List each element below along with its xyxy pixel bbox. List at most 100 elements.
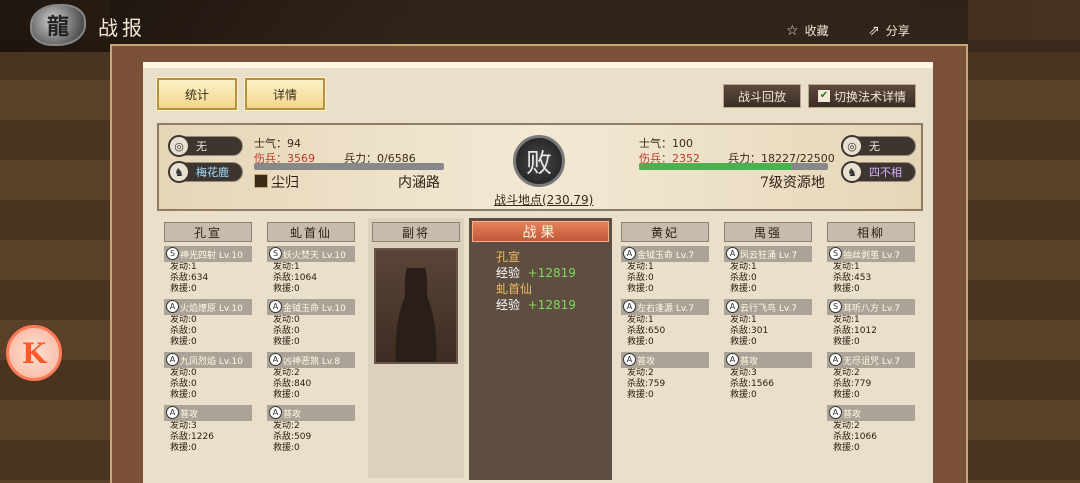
- left-badge2-label: 梅花鹿: [196, 166, 229, 179]
- battle-location-link[interactable]: 战斗地点(230,79): [494, 191, 593, 208]
- skill-row[interactable]: S 妖火焚天 Lv.10: [267, 246, 355, 262]
- skill-row[interactable]: A 风云狂涌 Lv.7: [724, 246, 812, 262]
- skill-row[interactable]: A 普攻: [267, 405, 355, 421]
- skill-row[interactable]: A 普攻: [621, 352, 709, 368]
- skill-a-icon: A: [726, 300, 739, 313]
- skill-stat: 救援:0: [627, 390, 654, 400]
- left-player-name: 尘归: [271, 175, 299, 191]
- skill-row[interactable]: A 普攻: [724, 352, 812, 368]
- skill-stat: 救援:0: [170, 443, 197, 453]
- left-badge-mount[interactable]: ♞ 梅花鹿: [168, 161, 243, 183]
- skill-stat: 发动:1: [627, 315, 654, 325]
- skill-row[interactable]: A 金钺玉命 Lv.7: [621, 246, 709, 262]
- general-column: 孔宣 S 神光四射 Lv.10 发动:1 杀敌:634 救援:0 A 火焰燎原 Lv.10 发动…: [160, 218, 256, 478]
- skill-stat: 发动:0: [170, 368, 197, 378]
- skill-row[interactable]: A 左右逢源 Lv.7: [621, 299, 709, 315]
- skill-stat: 救援:0: [170, 390, 197, 400]
- skill-stat: 发动:1: [273, 262, 300, 272]
- skill-a-icon: A: [623, 353, 636, 366]
- skill-a-icon: A: [166, 300, 179, 313]
- skill-stat: 杀敌:650: [627, 326, 666, 336]
- checkbox-icon: ✔: [817, 90, 830, 102]
- skill-stat: 救援:0: [730, 337, 757, 347]
- deputy-portrait-placeholder[interactable]: [374, 248, 458, 364]
- swirl-icon: ◎: [841, 135, 863, 157]
- skill-stat: 杀敌:1012: [833, 326, 877, 336]
- left-badge1-label: 无: [196, 140, 207, 153]
- general-name: 虬首仙: [267, 222, 355, 242]
- tab-details[interactable]: 详情: [244, 77, 326, 111]
- skill-stat: 杀敌:1566: [730, 379, 774, 389]
- right-troop-fill: [639, 163, 793, 170]
- share-button[interactable]: ⇗ 分享: [868, 22, 910, 39]
- skill-stat: 救援:0: [833, 337, 860, 347]
- skill-label: 云行飞鸟 Lv.7: [740, 303, 798, 314]
- share-icon: ⇗: [868, 22, 880, 39]
- skill-stat: 杀敌:1066: [833, 432, 877, 442]
- skill-row[interactable]: A 金钺玉命 Lv.10: [267, 299, 355, 315]
- right-badge-mount[interactable]: ♞ 四不相: [841, 161, 916, 183]
- result-exp: 经验 +12819: [496, 266, 576, 280]
- skill-label: 无尽诅咒 Lv.7: [843, 356, 901, 367]
- replay-label: 战斗回放: [737, 89, 786, 104]
- skill-row[interactable]: A 云行飞鸟 Lv.7: [724, 299, 812, 315]
- skill-label: 妖火焚天 Lv.10: [283, 250, 346, 261]
- skill-label: 普攻: [843, 409, 862, 420]
- tab-stats[interactable]: 统计: [156, 77, 238, 111]
- skill-row[interactable]: S 耳听八方 Lv.7: [827, 299, 915, 315]
- left-badge-none[interactable]: ◎ 无: [168, 135, 243, 157]
- right-location: 7级资源地: [760, 175, 825, 191]
- right-badge2-label: 四不相: [869, 166, 902, 179]
- skill-a-icon: A: [623, 247, 636, 260]
- skill-a-icon: A: [726, 353, 739, 366]
- skill-label: 凶神恶煞 Lv.8: [283, 356, 341, 367]
- page-title: 战报: [98, 16, 146, 40]
- skill-label: 普攻: [180, 409, 199, 420]
- skill-a-icon: A: [829, 406, 842, 419]
- replay-button[interactable]: 战斗回放: [723, 84, 801, 108]
- deputy-header: 副将: [372, 222, 460, 242]
- toggle-skill-details-button[interactable]: ✔ 切换法术详情: [808, 84, 916, 108]
- defeat-badge: 败: [513, 135, 565, 187]
- skill-row[interactable]: A 火焰燎原 Lv.10: [164, 299, 252, 315]
- skill-stat: 发动:1: [833, 315, 860, 325]
- skill-stat: 救援:0: [833, 443, 860, 453]
- share-label: 分享: [885, 24, 910, 38]
- skill-row[interactable]: A 九凤烈焰 Lv.10: [164, 352, 252, 368]
- skill-stat: 杀敌:0: [170, 379, 197, 389]
- skill-row[interactable]: A 普攻: [164, 405, 252, 421]
- general-name: 相柳: [827, 222, 915, 242]
- skill-a-icon: A: [623, 300, 636, 313]
- right-badge-none[interactable]: ◎ 无: [841, 135, 916, 157]
- skill-label: 火焰燎原 Lv.10: [180, 303, 243, 314]
- general-name: 孔宣: [164, 222, 252, 242]
- right-troop-bar: [639, 163, 828, 170]
- horse-icon: ♞: [168, 161, 190, 183]
- silhouette-icon: [390, 268, 442, 362]
- player-avatar-icon: [254, 174, 268, 188]
- left-morale: 士气：94: [254, 137, 301, 150]
- skill-stat: 发动:0: [273, 315, 300, 325]
- skill-label: 风云狂涌 Lv.7: [740, 250, 798, 261]
- skill-label: 抽丝剥茧 Lv.7: [843, 250, 901, 261]
- skill-a-icon: A: [166, 353, 179, 366]
- skill-label: 普攻: [283, 409, 302, 420]
- skill-stat: 救援:0: [273, 284, 300, 294]
- skill-stat: 杀敌:0: [273, 326, 300, 336]
- background-wall-left: [0, 0, 110, 483]
- skill-stat: 发动:2: [833, 368, 860, 378]
- skill-row[interactable]: A 普攻: [827, 405, 915, 421]
- skill-row[interactable]: S 抽丝剥茧 Lv.7: [827, 246, 915, 262]
- floating-k-button[interactable]: K: [6, 325, 62, 381]
- skill-label: 左右逢源 Lv.7: [637, 303, 695, 314]
- skill-row[interactable]: A 无尽诅咒 Lv.7: [827, 352, 915, 368]
- skill-stat: 发动:3: [170, 421, 197, 431]
- general-name: 禺强: [724, 222, 812, 242]
- skill-label: 普攻: [637, 356, 656, 367]
- favorite-button[interactable]: ☆ 收藏: [786, 22, 829, 39]
- skill-label: 神光四射 Lv.10: [180, 250, 243, 261]
- skill-stat: 发动:0: [170, 315, 197, 325]
- skill-row[interactable]: S 神光四射 Lv.10: [164, 246, 252, 262]
- skill-row[interactable]: A 凶神恶煞 Lv.8: [267, 352, 355, 368]
- skill-stat: 杀敌:779: [833, 379, 872, 389]
